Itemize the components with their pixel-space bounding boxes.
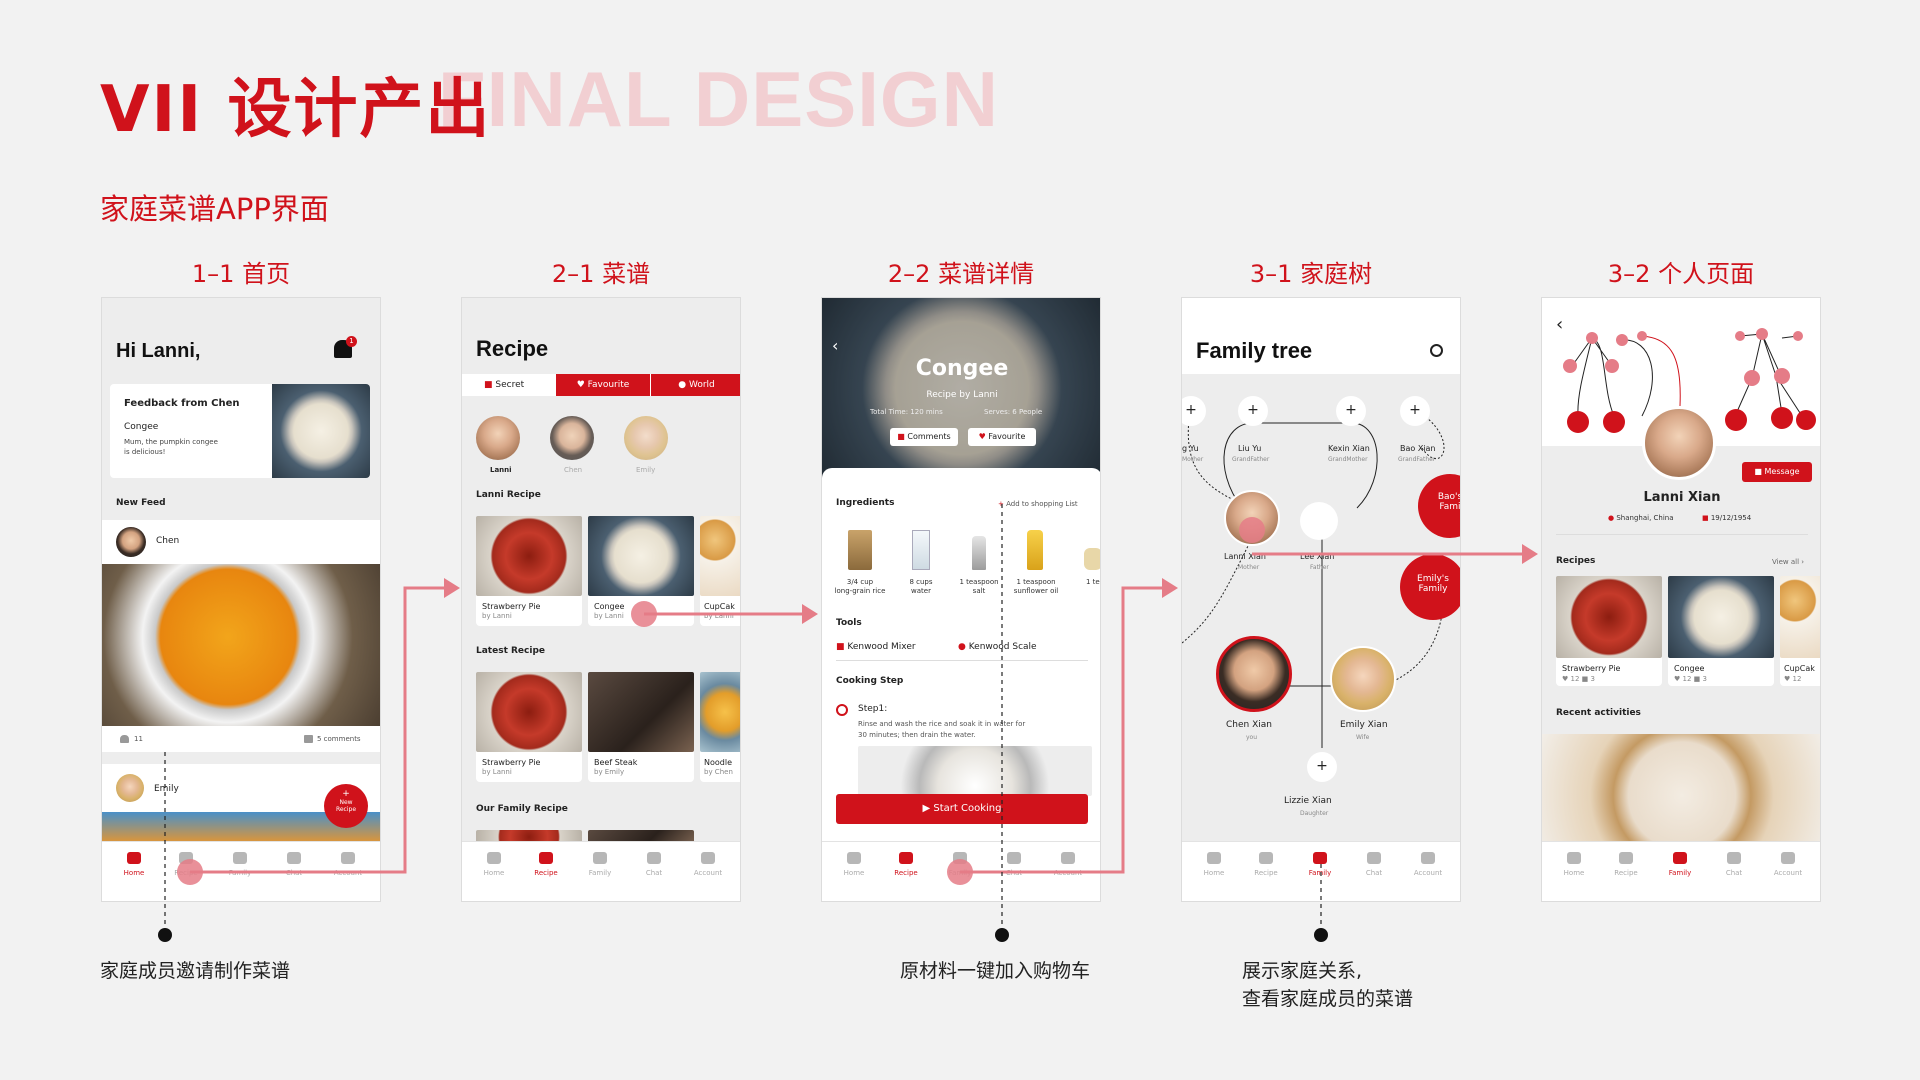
annotation-dot [1314, 928, 1328, 942]
flow-arrows [164, 504, 1538, 930]
annotation-tree-2: 查看家庭成员的菜谱 [1242, 988, 1414, 1010]
annotation-dot [158, 928, 172, 942]
annotation-dot [995, 928, 1009, 942]
annotation-shopping: 原材料一键加入购物车 [900, 960, 1091, 982]
annotation-tree-1: 展示家庭关系, [1242, 960, 1363, 982]
annotation-invite: 家庭成员邀请制作菜谱 [100, 960, 291, 982]
